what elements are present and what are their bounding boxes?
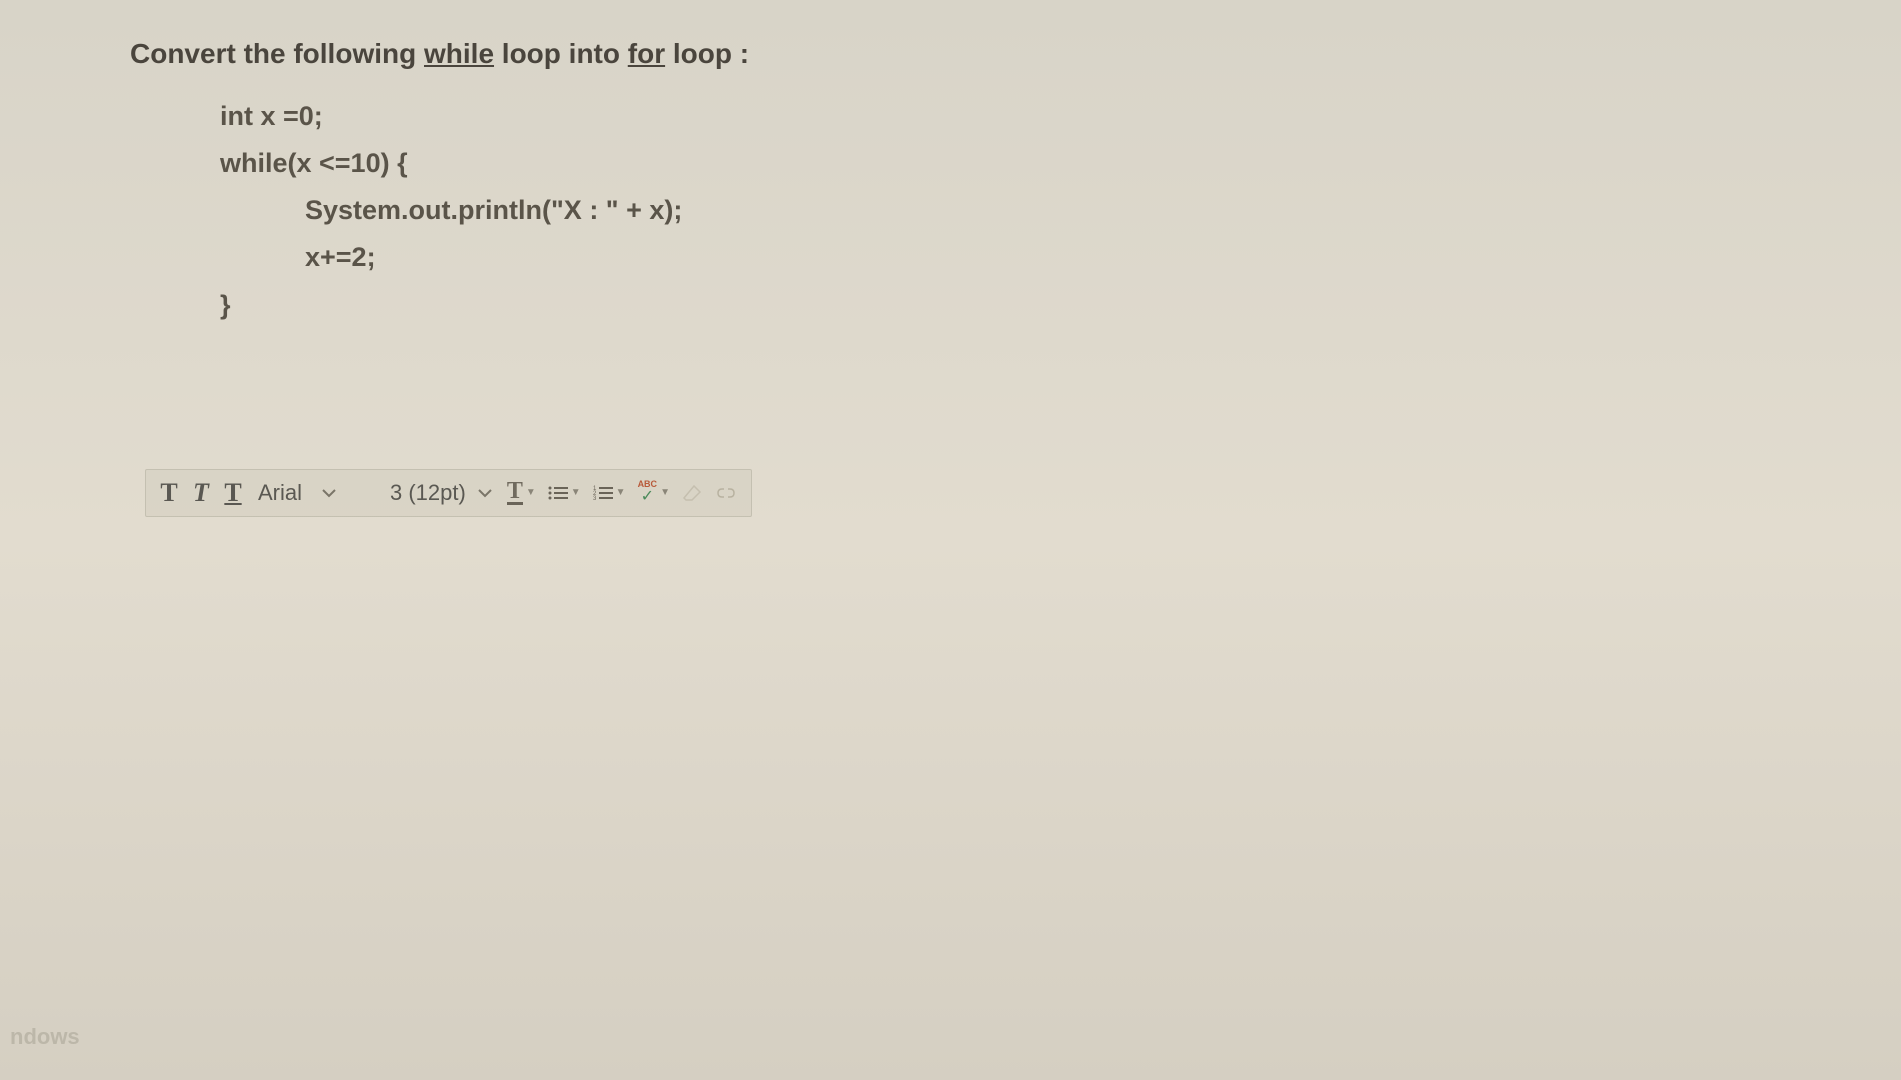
- underline-icon: T: [224, 478, 241, 508]
- question-suffix: loop :: [665, 38, 749, 69]
- code-line: int x =0;: [220, 93, 1771, 140]
- question-underline-while: while: [424, 38, 494, 69]
- bullet-list-button[interactable]: ▼: [543, 478, 586, 508]
- question-underline-for: for: [628, 38, 665, 69]
- numbered-list-button[interactable]: 1 2 3 ▼: [588, 478, 631, 508]
- font-family-label: Arial: [258, 480, 302, 506]
- text-color-icon: T: [507, 481, 523, 506]
- italic-icon: T: [193, 478, 209, 508]
- bold-icon: T: [160, 478, 177, 508]
- underline-button[interactable]: T: [218, 478, 248, 508]
- dropdown-arrow-icon: ▼: [660, 487, 670, 498]
- spellcheck-button[interactable]: ABC ✓ ▼: [633, 478, 675, 508]
- code-line: }: [220, 282, 1771, 329]
- font-family-select[interactable]: Arial: [250, 476, 380, 510]
- numbered-list-icon: 1 2 3: [593, 485, 613, 501]
- dropdown-arrow-icon: ▼: [616, 487, 626, 498]
- chevron-down-icon: [478, 488, 492, 498]
- editor-toolbar: T T T Arial 3 (12pt) T ▼: [145, 469, 752, 517]
- answer-textarea[interactable]: [145, 537, 1771, 837]
- bullet-list-icon: [548, 485, 568, 501]
- chain-icon: [714, 486, 738, 500]
- eraser-button[interactable]: [677, 478, 707, 508]
- font-size-select[interactable]: 3 (12pt): [382, 476, 500, 510]
- question-middle: loop into: [494, 38, 628, 69]
- bold-button[interactable]: T: [154, 478, 184, 508]
- italic-button[interactable]: T: [186, 478, 216, 508]
- eraser-icon: [682, 484, 702, 502]
- chevron-down-icon: [322, 488, 336, 498]
- text-color-button[interactable]: T ▼: [502, 478, 541, 508]
- watermark-text: ndows: [10, 1024, 80, 1050]
- code-line: while(x <=10) {: [220, 140, 1771, 187]
- question-prefix: Convert the following: [130, 38, 424, 69]
- code-line: System.out.println("X : " + x);: [305, 187, 1771, 234]
- code-line: x+=2;: [305, 234, 1771, 281]
- code-block: int x =0; while(x <=10) { System.out.pri…: [220, 93, 1771, 329]
- spellcheck-icon: ABC ✓: [638, 480, 658, 505]
- question-prompt: Convert the following while loop into fo…: [130, 30, 1771, 78]
- svg-text:3: 3: [593, 496, 597, 501]
- more-tools-button[interactable]: [709, 478, 743, 508]
- dropdown-arrow-icon: ▼: [571, 487, 581, 498]
- font-size-label: 3 (12pt): [390, 480, 466, 506]
- dropdown-arrow-icon: ▼: [526, 487, 536, 498]
